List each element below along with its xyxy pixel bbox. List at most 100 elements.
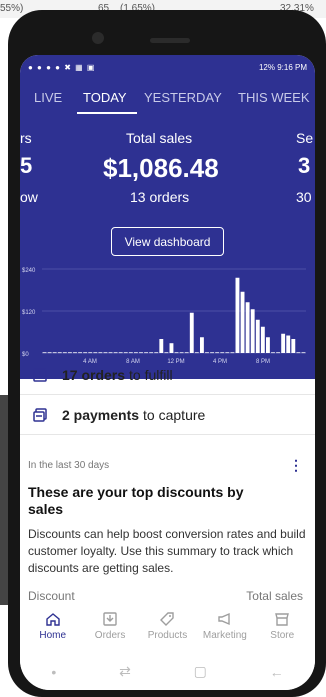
chart-bar xyxy=(255,319,260,353)
earpiece-speaker xyxy=(150,38,190,43)
nav-label: Marketing xyxy=(202,630,247,641)
system-navigation-bar: • ⇄ ▢ ← xyxy=(20,653,315,690)
chart-bar xyxy=(169,343,174,353)
chart-bar xyxy=(42,352,47,354)
todo-count: 17 orders xyxy=(62,366,126,383)
chart-bar xyxy=(291,339,296,353)
nav-products[interactable]: Products xyxy=(139,605,195,653)
nav-label: Orders xyxy=(94,630,126,641)
chart-bar xyxy=(52,352,57,354)
chart-bar xyxy=(184,352,189,354)
home-icon xyxy=(45,613,60,626)
chart-bar xyxy=(271,352,275,354)
chart-bar xyxy=(245,302,250,353)
chart-bar xyxy=(98,352,103,354)
chart-bar xyxy=(108,352,113,354)
metric-right-sub: 30 xyxy=(296,189,312,205)
nav-label: Products xyxy=(147,630,188,641)
background-text: 55%) xyxy=(0,3,24,14)
tab-today[interactable]: TODAY xyxy=(83,90,127,105)
chart-bar xyxy=(88,352,93,354)
status-notification-icons: ● ● ● ● ✖ ▦ ▣ xyxy=(28,62,96,72)
chart-bar xyxy=(205,352,209,354)
chart-bar xyxy=(210,352,215,354)
chart-bar xyxy=(260,326,265,353)
chart-bar xyxy=(220,352,225,354)
chart-bar xyxy=(83,352,88,354)
chart-bar xyxy=(133,352,138,354)
chart-bar xyxy=(179,352,184,354)
nav-label: Home xyxy=(39,630,67,641)
front-camera xyxy=(92,32,104,44)
top-discounts-card: In the last 30 days ⋮ These are your top… xyxy=(20,447,315,627)
card-caption: In the last 30 days xyxy=(28,460,110,471)
todo-capture-payments[interactable]: 2 payments to capture xyxy=(20,395,315,435)
chart-bar xyxy=(144,352,149,354)
date-range-tabs: LIVE TODAY YESTERDAY THIS WEEK xyxy=(20,79,315,114)
nav-marketing[interactable]: Marketing xyxy=(197,605,253,653)
chart-bar xyxy=(301,352,306,354)
chart-bar xyxy=(123,352,128,354)
payment-icon xyxy=(32,407,48,423)
chart-bar xyxy=(164,352,169,354)
card-description: Discounts can help boost conversion rate… xyxy=(28,527,306,575)
chart-bar xyxy=(286,335,291,353)
status-bar: ● ● ● ● ✖ ▦ ▣ 12% 9:16 PM xyxy=(20,55,315,79)
y-tick-label: $240 xyxy=(22,268,36,274)
todo-count: 2 payments xyxy=(62,406,140,423)
recent-apps-button[interactable]: ⇄ xyxy=(119,663,131,680)
chart-bar xyxy=(67,352,72,354)
chart-bar xyxy=(230,352,235,354)
y-tick-label: $120 xyxy=(22,310,36,316)
column-discount: Discount xyxy=(28,589,75,603)
chart-bar xyxy=(118,352,123,354)
nav-store[interactable]: Store xyxy=(254,605,310,653)
phone-screen: ● ● ● ● ✖ ▦ ▣ 12% 9:16 PM LIVE TODAY YES… xyxy=(20,55,315,690)
column-total-sales: Total sales xyxy=(246,589,303,603)
chart-bar xyxy=(57,352,62,354)
back-button[interactable]: ← xyxy=(270,664,284,680)
chart-bar xyxy=(103,352,108,354)
chart-bar xyxy=(194,352,199,354)
chart-bar xyxy=(225,352,230,354)
tab-yesterday[interactable]: YESTERDAY xyxy=(144,90,222,105)
system-dot-button[interactable]: • xyxy=(51,664,56,680)
chart-bar xyxy=(296,352,301,354)
chart-bar xyxy=(174,352,179,354)
status-clock: 12% 9:16 PM xyxy=(258,62,307,72)
tab-live[interactable]: LIVE xyxy=(34,90,62,105)
nav-orders[interactable]: Orders xyxy=(82,605,138,653)
metric-left-value: 5 xyxy=(20,153,33,178)
chart-bar xyxy=(78,352,83,354)
todo-fulfill-orders[interactable]: 17 orders to fulfill xyxy=(20,355,315,395)
discount-table-header: Discount Total sales xyxy=(28,589,303,603)
total-sales-label: Total sales xyxy=(126,130,193,146)
todo-text: to capture xyxy=(143,406,206,423)
more-options-icon[interactable]: ⋮ xyxy=(289,457,303,474)
total-sales-value: $1,086.48 xyxy=(103,153,219,183)
chart-bar xyxy=(154,352,159,354)
orders-icon xyxy=(103,612,117,626)
chart-bar xyxy=(149,352,154,354)
todo-text: to fulfill xyxy=(129,366,173,383)
todo-list: 17 orders to fulfill 2 payments to captu… xyxy=(20,355,315,435)
chart-bar xyxy=(199,337,204,353)
chart-bar xyxy=(47,352,52,354)
chart-bar xyxy=(240,291,245,353)
total-orders-count: 13 orders xyxy=(130,189,190,205)
store-icon xyxy=(275,613,290,626)
chart-bar xyxy=(93,352,98,354)
card-title: These are your top discounts by sales xyxy=(28,484,244,517)
chart-bar xyxy=(73,352,77,354)
system-home-button[interactable]: ▢ xyxy=(194,663,207,680)
nav-home[interactable]: Home xyxy=(25,605,81,653)
products-icon xyxy=(160,612,175,626)
marketing-icon xyxy=(218,612,230,626)
tab-this-week[interactable]: THIS WEEK xyxy=(238,90,310,105)
view-dashboard-button[interactable]: View dashboard xyxy=(111,227,224,256)
chart-bar xyxy=(159,339,164,353)
chart-bar xyxy=(139,352,143,354)
chart-bar xyxy=(235,277,240,353)
nav-label: Store xyxy=(270,630,295,641)
sales-header: LIVE TODAY YESTERDAY THIS WEEK rs 5 ow T… xyxy=(20,79,315,379)
